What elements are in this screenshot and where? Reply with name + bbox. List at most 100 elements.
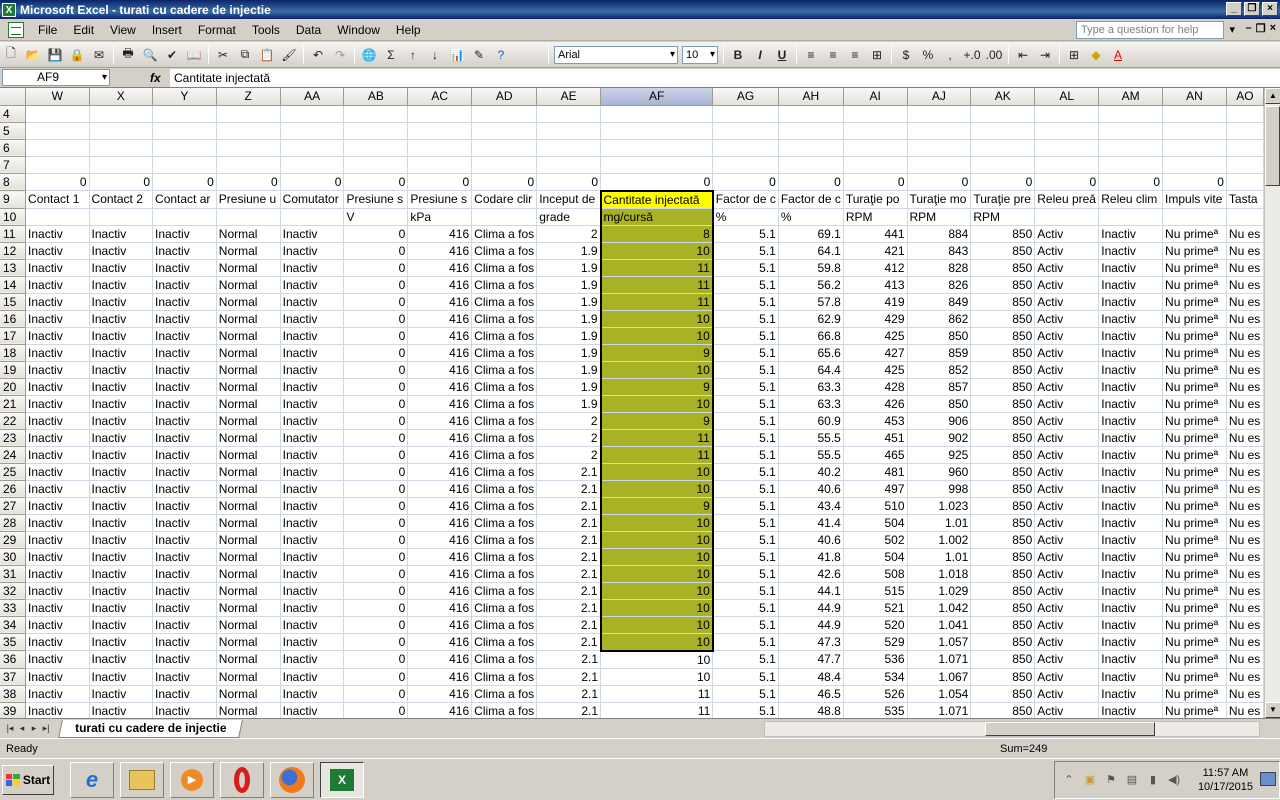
cell-w21[interactable]: Inactiv xyxy=(25,395,90,413)
cell-aa26[interactable]: Inactiv xyxy=(280,480,345,498)
column-header-ah[interactable]: AH xyxy=(778,88,844,106)
cell-ab20[interactable]: 0 xyxy=(343,378,409,396)
show-desktop-icon[interactable] xyxy=(1260,772,1276,786)
cell-al10[interactable] xyxy=(1034,208,1100,226)
print-preview-icon[interactable]: 🔍 xyxy=(140,45,160,65)
cell-x5[interactable] xyxy=(89,122,154,140)
cell-aj9[interactable]: Turaţie mo xyxy=(907,190,972,209)
paste-icon[interactable]: 📋 xyxy=(257,45,277,65)
cell-ao26[interactable]: Nu es xyxy=(1226,480,1264,498)
cell-z35[interactable]: Normal xyxy=(216,633,281,651)
cell-aa21[interactable]: Inactiv xyxy=(280,395,345,413)
cell-ao10[interactable] xyxy=(1226,208,1264,226)
cell-an11[interactable]: Nu primeª xyxy=(1162,225,1227,243)
cell-aj5[interactable] xyxy=(907,122,972,140)
cell-ag8[interactable]: 0 xyxy=(712,173,779,191)
cell-ae5[interactable] xyxy=(536,122,602,140)
cell-w39[interactable]: Inactiv xyxy=(25,702,90,718)
cell-w33[interactable]: Inactiv xyxy=(25,599,90,617)
font-name-select[interactable]: Arial xyxy=(554,45,678,64)
cell-ah21[interactable]: 63.3 xyxy=(778,395,844,413)
cell-ad24[interactable]: Clima a fos xyxy=(471,446,538,464)
cell-am13[interactable]: Inactiv xyxy=(1098,259,1164,277)
cell-af37[interactable]: 10 xyxy=(600,668,714,686)
cell-af21[interactable]: 10 xyxy=(599,395,714,413)
cell-ai25[interactable]: 481 xyxy=(843,463,908,481)
cell-af23[interactable]: 11 xyxy=(599,429,714,447)
cell-an17[interactable]: Nu primeª xyxy=(1162,327,1227,345)
cell-x24[interactable]: Inactiv xyxy=(89,446,154,464)
cell-ad12[interactable]: Clima a fos xyxy=(471,242,538,260)
cell-z24[interactable]: Normal xyxy=(216,446,281,464)
cell-al37[interactable]: Activ xyxy=(1034,668,1100,686)
cell-ae27[interactable]: 2.1 xyxy=(536,497,602,515)
comma-button[interactable]: , xyxy=(940,45,960,65)
spelling-icon[interactable]: ✔ xyxy=(162,45,182,65)
cell-ak21[interactable]: 850 xyxy=(970,395,1036,413)
cell-w25[interactable]: Inactiv xyxy=(25,463,90,481)
cell-am37[interactable]: Inactiv xyxy=(1098,668,1164,686)
cell-am8[interactable]: 0 xyxy=(1098,173,1164,191)
row-header[interactable]: 13 xyxy=(0,259,27,277)
cell-an32[interactable]: Nu primeª xyxy=(1162,582,1227,600)
cell-ao13[interactable]: Nu es xyxy=(1226,259,1264,277)
tray-app-icon[interactable]: ▣ xyxy=(1083,773,1097,787)
cell-aa14[interactable]: Inactiv xyxy=(280,276,345,294)
cell-y20[interactable]: Inactiv xyxy=(152,378,217,396)
cell-ai37[interactable]: 534 xyxy=(843,668,908,686)
cell-al34[interactable]: Activ xyxy=(1034,616,1100,634)
cell-z29[interactable]: Normal xyxy=(216,531,281,549)
cell-an5[interactable] xyxy=(1162,122,1227,140)
cell-ag32[interactable]: 5.1 xyxy=(712,582,779,600)
cell-aj17[interactable]: 850 xyxy=(907,327,972,345)
cell-ak7[interactable] xyxy=(970,156,1036,174)
maximize-button[interactable]: ❐ xyxy=(1244,2,1260,16)
cell-aj24[interactable]: 925 xyxy=(907,446,972,464)
merge-center-icon[interactable]: ⊞ xyxy=(867,45,887,65)
cell-ak38[interactable]: 850 xyxy=(970,685,1036,703)
cell-aj28[interactable]: 1.01 xyxy=(907,514,972,532)
cell-al23[interactable]: Activ xyxy=(1034,429,1100,447)
cell-ac13[interactable]: 416 xyxy=(407,259,473,277)
cell-z16[interactable]: Normal xyxy=(216,310,281,328)
cell-ac21[interactable]: 416 xyxy=(407,395,473,413)
cell-ad21[interactable]: Clima a fos xyxy=(471,395,538,413)
cell-al14[interactable]: Activ xyxy=(1034,276,1100,294)
cell-ae25[interactable]: 2.1 xyxy=(536,463,602,481)
cell-am32[interactable]: Inactiv xyxy=(1098,582,1164,600)
cell-ad11[interactable]: Clima a fos xyxy=(471,225,538,243)
cell-ah4[interactable] xyxy=(778,105,844,123)
cell-af15[interactable]: 11 xyxy=(599,293,714,311)
cell-ah17[interactable]: 66.8 xyxy=(778,327,844,345)
cell-z8[interactable]: 0 xyxy=(216,173,281,191)
cell-ab19[interactable]: 0 xyxy=(343,361,409,379)
cell-af13[interactable]: 11 xyxy=(599,259,714,277)
column-header-ak[interactable]: AK xyxy=(970,88,1036,106)
new-icon[interactable]: 🗋 xyxy=(1,45,21,65)
cell-af27[interactable]: 9 xyxy=(599,497,714,515)
cell-ao33[interactable]: Nu es xyxy=(1226,599,1264,617)
cell-ao22[interactable]: Nu es xyxy=(1226,412,1264,430)
cell-an9[interactable]: Impuls vite xyxy=(1162,190,1227,209)
cell-x28[interactable]: Inactiv xyxy=(89,514,154,532)
cell-ae4[interactable] xyxy=(536,105,602,123)
align-left-icon[interactable]: ≡ xyxy=(801,45,821,65)
cell-am24[interactable]: Inactiv xyxy=(1098,446,1164,464)
cell-ai4[interactable] xyxy=(843,105,908,123)
cell-ad27[interactable]: Clima a fos xyxy=(471,497,538,515)
cell-ag24[interactable]: 5.1 xyxy=(712,446,779,464)
cell-an22[interactable]: Nu primeª xyxy=(1162,412,1227,430)
cell-ac4[interactable] xyxy=(407,105,473,123)
cell-ad38[interactable]: Clima a fos xyxy=(471,685,538,703)
cell-ad9[interactable]: Codare clir xyxy=(471,190,538,209)
cell-aa19[interactable]: Inactiv xyxy=(280,361,345,379)
cell-w18[interactable]: Inactiv xyxy=(25,344,90,362)
cell-aj32[interactable]: 1.029 xyxy=(907,582,972,600)
column-header-am[interactable]: AM xyxy=(1098,88,1164,106)
cell-ab28[interactable]: 0 xyxy=(343,514,409,532)
excel-app-icon[interactable]: X xyxy=(2,2,16,17)
cell-an15[interactable]: Nu primeª xyxy=(1162,293,1227,311)
column-header-aa[interactable]: AA xyxy=(280,88,345,106)
action-center-icon[interactable]: ⚑ xyxy=(1104,773,1118,787)
cell-ag6[interactable] xyxy=(712,139,779,157)
